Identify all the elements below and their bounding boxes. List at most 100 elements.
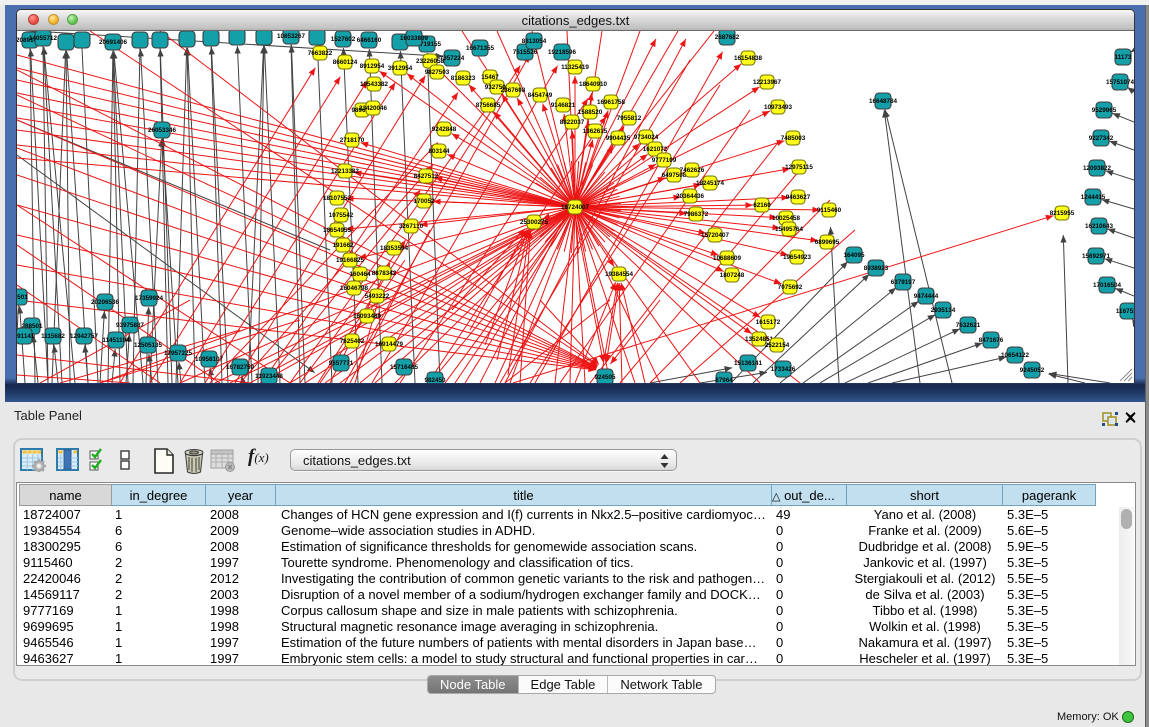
svg-text:1115682: 1115682 — [41, 333, 65, 340]
svg-text:18353594: 18353594 — [380, 245, 409, 252]
svg-text:160464: 160464 — [349, 271, 371, 278]
svg-text:8756685: 8756685 — [476, 102, 501, 109]
svg-text:10543382: 10543382 — [360, 81, 389, 88]
svg-text:1807248: 1807248 — [720, 272, 745, 279]
svg-text:1615172: 1615172 — [756, 319, 781, 326]
svg-text:12975115: 12975115 — [785, 164, 813, 171]
svg-text:8813054: 8813054 — [522, 38, 547, 45]
svg-text:2935134: 2935134 — [931, 307, 956, 314]
svg-text:25300275: 25300275 — [520, 219, 549, 226]
svg-text:10853267: 10853267 — [277, 33, 306, 40]
svg-text:26053346: 26053346 — [148, 127, 177, 134]
svg-text:19166825: 19166825 — [336, 257, 365, 264]
svg-text:16210643: 16210643 — [1085, 223, 1114, 230]
svg-text:7075692: 7075692 — [778, 284, 803, 291]
svg-text:11923448: 11923448 — [255, 373, 283, 380]
svg-text:9115460: 9115460 — [817, 207, 842, 214]
svg-text:1075542: 1075542 — [329, 212, 354, 219]
svg-text:18107552: 18107552 — [323, 195, 352, 202]
svg-text:15692971: 15692971 — [1082, 253, 1111, 260]
svg-text:8878342: 8878342 — [372, 270, 397, 277]
svg-text:18245174: 18245174 — [696, 180, 725, 187]
svg-text:1588520: 1588520 — [578, 109, 603, 116]
svg-text:9904435: 9904435 — [606, 135, 631, 142]
svg-text:17359924: 17359924 — [135, 295, 164, 302]
svg-text:6379197: 6379197 — [891, 279, 916, 286]
svg-text:12942757: 12942757 — [70, 333, 99, 340]
svg-text:924505: 924505 — [594, 374, 616, 381]
svg-text:2718170: 2718170 — [340, 137, 365, 144]
svg-text:1167534: 1167534 — [1116, 308, 1134, 315]
svg-text:11325419: 11325419 — [561, 64, 589, 71]
svg-text:10025458: 10025458 — [772, 215, 801, 222]
svg-text:7625402: 7625402 — [340, 338, 365, 345]
svg-text:23226058: 23226058 — [416, 58, 445, 65]
svg-text:8912954: 8912954 — [360, 63, 385, 70]
svg-text:15136141: 15136141 — [734, 360, 763, 367]
svg-text:12093822: 12093822 — [1083, 165, 1112, 172]
svg-text:9245052: 9245052 — [1020, 367, 1045, 374]
svg-text:9734024: 9734024 — [634, 134, 659, 141]
svg-text:9227342: 9227342 — [1089, 135, 1114, 142]
svg-text:3912954: 3912954 — [388, 65, 413, 72]
svg-text:8186323: 8186323 — [451, 75, 476, 82]
svg-text:15720407: 15720407 — [701, 232, 730, 239]
svg-text:5493222: 5493222 — [365, 293, 390, 300]
svg-text:1733426: 1733426 — [771, 366, 796, 373]
svg-text:15751074: 15751074 — [1106, 79, 1134, 86]
svg-text:2367608: 2367608 — [501, 87, 526, 94]
svg-text:7632621: 7632621 — [956, 322, 981, 329]
svg-text:9657771: 9657771 — [329, 360, 354, 367]
svg-text:803144: 803144 — [428, 148, 450, 155]
svg-text:6899695: 6899695 — [815, 239, 840, 246]
svg-text:7462626: 7462626 — [680, 167, 705, 174]
svg-text:1362615: 1362615 — [583, 128, 608, 135]
svg-text:19654923: 19654923 — [783, 254, 812, 261]
svg-text:15716485: 15716485 — [390, 364, 419, 371]
svg-text:8454749: 8454749 — [528, 92, 553, 99]
svg-text:191662: 191662 — [332, 242, 354, 249]
svg-text:8215955: 8215955 — [1050, 210, 1075, 217]
svg-text:12213967: 12213967 — [753, 79, 782, 86]
svg-text:28501: 28501 — [17, 294, 28, 301]
svg-text:1527602: 1527602 — [331, 36, 356, 43]
svg-text:16033809: 16033809 — [400, 35, 429, 42]
svg-text:9463627: 9463627 — [786, 194, 811, 201]
svg-text:10958107: 10958107 — [195, 356, 224, 363]
svg-text:11173: 11173 — [1115, 54, 1132, 61]
svg-text:391141: 391141 — [17, 333, 35, 340]
svg-text:20364436: 20364436 — [676, 193, 705, 200]
svg-text:9827503: 9827503 — [425, 69, 450, 76]
svg-text:9242848: 9242848 — [432, 126, 457, 133]
svg-text:11451194: 11451194 — [102, 337, 130, 344]
svg-text:17016504: 17016504 — [1093, 282, 1122, 289]
svg-text:8471676: 8471676 — [979, 337, 1004, 344]
svg-text:12213382: 12213382 — [331, 168, 360, 175]
svg-text:164095: 164095 — [843, 252, 865, 259]
svg-text:10654122: 10654122 — [1001, 352, 1030, 359]
svg-text:15495764: 15495764 — [775, 226, 804, 233]
svg-text:982450: 982450 — [424, 377, 446, 383]
svg-text:2687682: 2687682 — [715, 34, 740, 41]
svg-text:170052: 170052 — [413, 198, 435, 205]
svg-text:9529965: 9529965 — [1092, 107, 1117, 114]
svg-text:16671355: 16671355 — [466, 45, 495, 52]
svg-text:17957225: 17957225 — [164, 350, 193, 357]
svg-text:14055712: 14055712 — [29, 35, 58, 42]
svg-text:16154838: 16154838 — [734, 55, 763, 62]
svg-text:10654955: 10654955 — [323, 227, 352, 234]
svg-text:62160: 62160 — [753, 202, 771, 209]
svg-text:23420046: 23420046 — [359, 105, 388, 112]
svg-text:16914479: 16914479 — [375, 341, 404, 348]
svg-text:6466160: 6466160 — [357, 37, 382, 44]
svg-text:18724007: 18724007 — [561, 204, 590, 211]
svg-text:7485003: 7485003 — [781, 135, 806, 142]
svg-text:87964: 87964 — [715, 377, 733, 383]
svg-text:10688609: 10688609 — [713, 255, 742, 262]
svg-text:9777109: 9777109 — [652, 157, 677, 164]
svg-text:2522154: 2522154 — [765, 342, 790, 349]
svg-text:16961758: 16961758 — [597, 99, 626, 106]
svg-text:8822037: 8822037 — [560, 119, 585, 126]
svg-text:16782759: 16782759 — [226, 364, 255, 371]
svg-text:9474444: 9474444 — [914, 293, 939, 300]
